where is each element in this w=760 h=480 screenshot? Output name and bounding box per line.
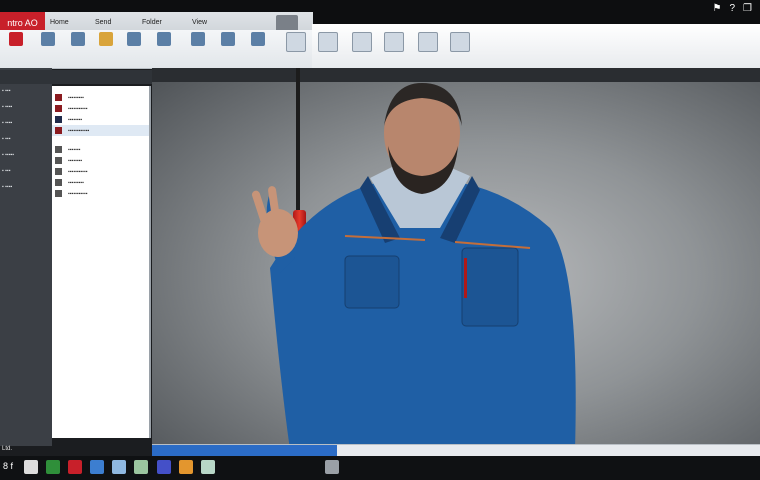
folder-list: ▪▪▪▪▪▪▪▪▪ ▪▪▪▪▪▪▪▪▪▪▪ ▪▪▪▪▪▪▪▪ ▪▪▪▪▪▪▪▪▪… [52,86,151,438]
calendar-app-icon[interactable] [134,460,148,474]
app-icon[interactable] [46,460,60,474]
list-item[interactable]: ▪▪▪▪▪▪▪ [52,144,149,155]
filter-button[interactable] [282,32,310,66]
folder-icon [55,157,62,164]
move-icon [127,32,141,46]
rules-icon [157,32,171,46]
tab-send[interactable]: Send [95,14,135,30]
browser-icon[interactable] [90,460,104,474]
folder-icon [55,127,62,134]
status-left-text: Ltd. [2,446,13,452]
finger-one [251,190,269,224]
tasks-button[interactable] [414,32,442,66]
list-item[interactable]: ▪▪▪▪▪▪▪▪▪ [52,92,149,103]
folder-icon [55,179,62,186]
tab-view-label: View [192,18,208,26]
left-pocket [344,255,400,309]
sidebar-item-shortcuts[interactable]: ▪ ▪▪▪▪ [2,184,52,190]
sidebar-item-notes[interactable]: ▪ ▪▪▪▪▪ [2,152,52,158]
tab-folder[interactable]: Folder [142,14,187,30]
photos-icon[interactable] [112,460,126,474]
list-item[interactable]: ▪▪▪▪▪▪▪▪▪▪▪ [52,188,149,199]
delete-icon [41,32,55,46]
tab-home[interactable]: Home [50,14,90,30]
find-button[interactable] [214,32,242,66]
explorer-icon[interactable] [24,460,38,474]
folder-icon [55,146,62,153]
contacts-icon [384,32,404,52]
start-button[interactable]: 8 f [3,461,13,471]
folder-icon [55,190,62,197]
sidebar-item-tasks[interactable]: ▪ ▪▪▪ [2,136,52,142]
folder-icon [55,105,62,112]
tags-button[interactable] [184,32,212,66]
list-item[interactable]: ▪▪▪▪▪▪▪▪▪▪▪ [52,103,149,114]
sidebar-item-contacts[interactable]: ▪ ▪▪▪▪ [2,120,52,126]
move-button[interactable] [120,32,148,66]
new-mail-icon [9,32,23,46]
forward-button[interactable] [92,32,120,66]
folder-icon [55,168,62,175]
sidebar-item-mail[interactable]: ▪ ▪▪▪ [2,88,52,94]
sync-icon [318,32,338,52]
navigation-sidebar: ▪ ▪▪▪ ▪ ▪▪▪▪ ▪ ▪▪▪▪ ▪ ▪▪▪ ▪ ▪▪▪▪▪ ▪ ▪▪▪ … [0,68,52,446]
list-item[interactable]: ▪▪▪▪▪▪▪▪ [52,114,149,125]
address-book-icon [251,32,265,46]
worker-person-image [251,83,576,450]
delete-button[interactable] [34,32,62,66]
pen [464,258,467,298]
window-controls: ⚑ ? ❐ [713,3,753,14]
folder-icon [55,94,62,101]
mail-app-icon[interactable] [68,460,82,474]
sidebar-item-calendar[interactable]: ▪ ▪▪▪▪ [2,104,52,110]
contacts-button[interactable] [380,32,408,66]
list-item[interactable]: ▪▪▪▪▪▪▪▪▪▪▪ [52,166,149,177]
tab-folder-label: Folder [142,18,162,26]
calendar-button[interactable] [348,32,376,66]
rules-button[interactable] [150,32,178,66]
tag-icon [191,32,205,46]
reply-button[interactable] [64,32,92,66]
right-pocket [461,247,519,327]
notes-icon [450,32,470,52]
new-item-button[interactable] [2,32,30,66]
folder-icon [55,116,62,123]
find-icon [221,32,235,46]
restore-icon[interactable]: ❐ [743,3,752,14]
store-icon[interactable] [157,460,171,474]
tray-icon[interactable] [325,460,339,474]
list-item[interactable]: ▪▪▪▪▪▪▪▪ [52,155,149,166]
sidebar-item-folders[interactable]: ▪ ▪▪▪ [2,168,52,174]
sync-button[interactable] [314,32,342,66]
list-item[interactable]: ▪▪▪▪▪▪▪▪▪ [52,177,149,188]
calendar-icon [352,32,372,52]
address-button[interactable] [244,32,272,66]
reply-icon [71,32,85,46]
folder-pane-header [0,70,152,84]
help-icon[interactable]: ? [729,3,735,14]
notes-app-icon[interactable] [201,460,215,474]
list-item[interactable]: ▪▪▪▪▪▪▪▪▪▪▪▪ [52,125,149,136]
flag-icon[interactable]: ⚑ [713,3,722,14]
filter-icon [286,32,306,52]
tasks-icon [418,32,438,52]
forward-icon [99,32,113,46]
notes-button[interactable] [446,32,474,66]
tab-view[interactable]: View [192,14,232,30]
folder-app-icon[interactable] [179,460,193,474]
tab-send-label: Send [95,18,112,26]
tab-home-label: Home [50,18,69,26]
